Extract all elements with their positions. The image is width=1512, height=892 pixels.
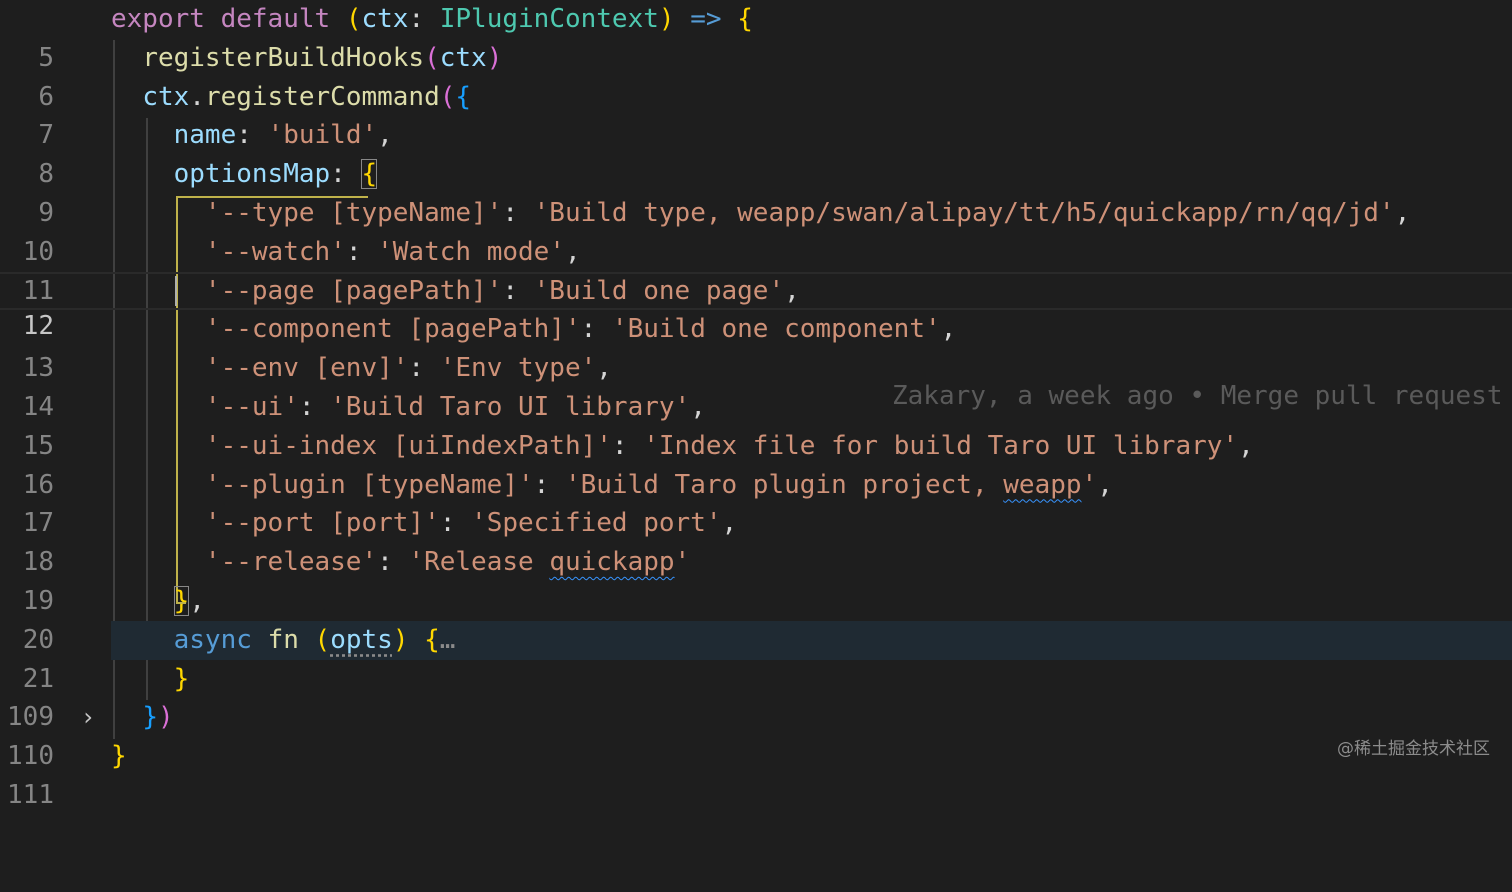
code-line[interactable]: 21 › async fn (opts) {… [0,621,1512,732]
code-text: '--component [pagePath]': 'Build one com… [204,314,957,345]
code-line[interactable]: 17 '--plugin [typeName]': 'Build Taro pl… [0,466,1512,539]
code-text: }, [173,586,205,616]
code-text: '--release': 'Release quickapp' [204,547,691,578]
code-text: } [111,741,127,772]
code-line[interactable]: 111 } [0,737,1512,810]
code-text: async fn (opts) {… [173,624,456,655]
watermark: @稀土掘金技术社区 [1337,739,1490,759]
text-cursor [175,276,177,306]
code-line[interactable]: 8 name: 'build', [0,116,1512,189]
code-line[interactable]: 109 } [0,660,1512,733]
code-line[interactable]: 9 optionsMap: { [0,155,1512,228]
code-line[interactable]: 16 '--ui-index [uiIndexPath]': 'Index fi… [0,427,1512,500]
code-line[interactable]: 19 '--release': 'Release quickapp' [0,543,1512,616]
code-text: export default (ctx: IPluginContext) => … [111,4,753,34]
code-text: }) [142,702,174,733]
line-number: 111 [7,779,54,810]
code-line[interactable]: 5 export default (ctx: IPluginContext) =… [0,0,1512,73]
spellcheck-squiggle: weapp [1003,469,1082,500]
code-line-current[interactable]: 12 '--page [pagePath]': 'Build one page'… [0,271,1512,411]
code-line[interactable]: 13 '--component [pagePath]': 'Build one … [0,310,1512,383]
code-text: '--type [typeName]': 'Build type, weapp/… [204,198,1411,228]
code-line[interactable]: 14 '--env [env]': 'Env type', [0,349,1512,422]
code-editor[interactable]: 5 export default (ctx: IPluginContext) =… [0,0,1512,810]
code-text: '--ui': 'Build Taro UI library', [204,392,706,422]
code-text: ctx.registerCommand({ [142,81,472,112]
spellcheck-squiggle: quickapp [549,547,675,578]
code-line[interactable]: 11 '--watch': 'Watch mode', [0,233,1512,306]
code-text: '--port [port]': 'Specified port', [204,508,738,539]
code-line[interactable]: 15 '--ui': 'Build Taro UI library', [0,388,1512,461]
code-line[interactable]: 10 '--type [typeName]': 'Build type, wea… [0,194,1512,267]
active-bracket-guide [176,602,186,604]
code-text: name: 'build', [173,120,393,151]
folded-region-ellipsis[interactable]: … [440,625,456,655]
code-text: registerBuildHooks(ctx) [142,42,503,73]
code-text: '--env [env]': 'Env type', [204,353,612,384]
code-text: '--plugin [typeName]': 'Build Taro plugi… [204,469,1113,500]
code-text: '--page [pagePath]': 'Build one page', [204,275,800,306]
code-text: } [173,663,190,694]
code-line[interactable]: 20 }, [0,582,1512,655]
code-line[interactable]: 110 }) [0,698,1512,771]
code-text: optionsMap: { [173,159,378,190]
code-line[interactable]: 18 '--port [port]': 'Specified port', [0,504,1512,577]
code-text: '--ui-index [uiIndexPath]': 'Index file … [204,430,1254,461]
code-text: '--watch': 'Watch mode', [204,236,581,267]
code-line[interactable]: 6 registerBuildHooks(ctx) [0,39,1512,112]
code-line[interactable]: 7 ctx.registerCommand({ [0,78,1512,151]
